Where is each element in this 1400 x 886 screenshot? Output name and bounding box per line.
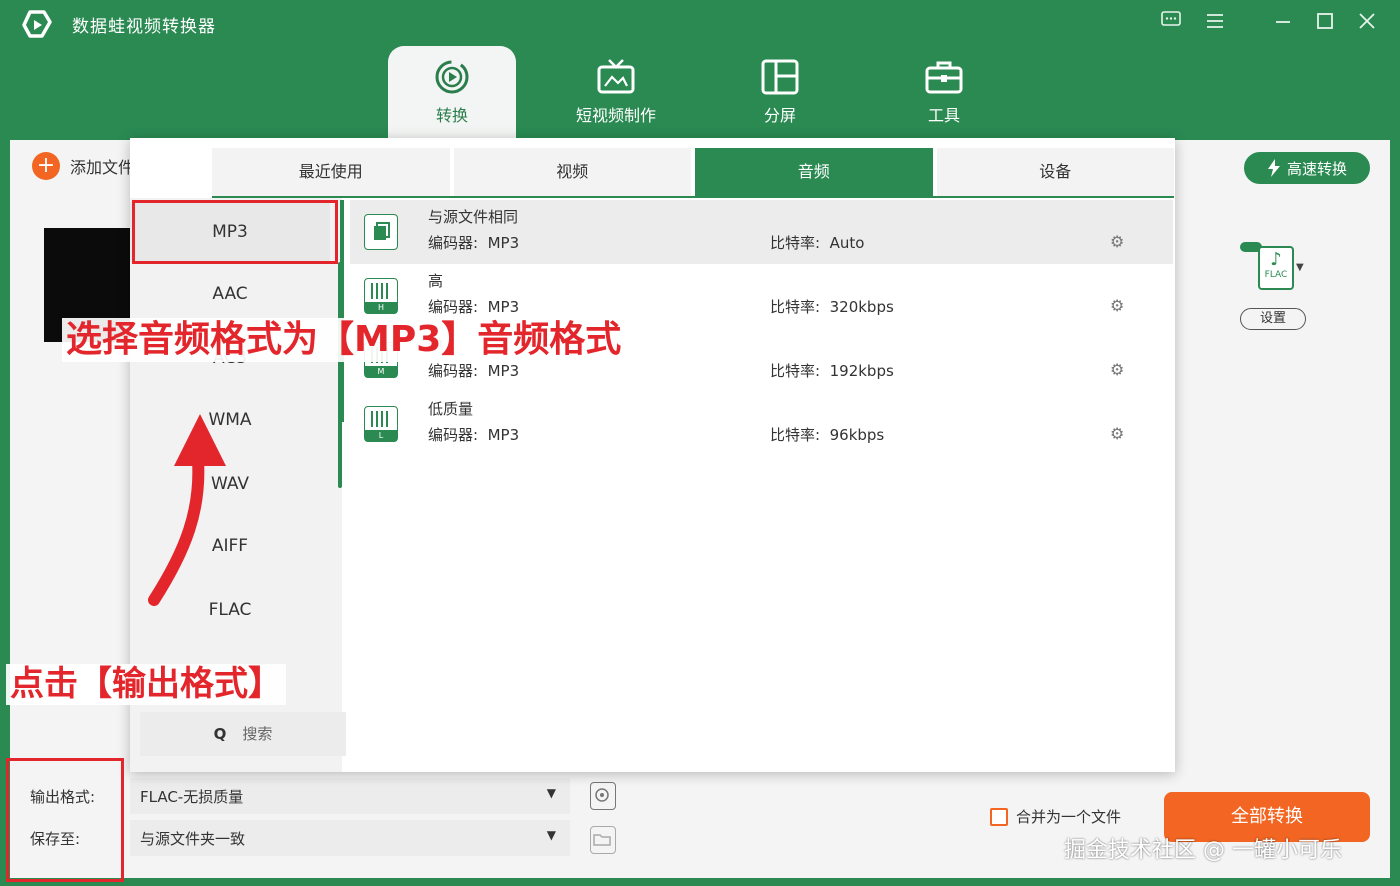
gear-icon[interactable]: ⚙ [1110, 360, 1124, 379]
output-format-select[interactable]: FLAC-无损质量 ▼ [130, 778, 570, 814]
annotation-click-output: 点击【输出格式】 [6, 664, 286, 706]
mp3-highlight-box [132, 200, 338, 264]
tab-audio[interactable]: 音频 [695, 148, 933, 196]
format-item-aac[interactable]: AAC [130, 264, 330, 324]
maximize-icon[interactable] [1310, 8, 1340, 38]
add-file-label: 添加文件 [70, 158, 135, 177]
arrow-icon [148, 414, 226, 606]
toolbox-icon [925, 61, 963, 94]
tab-tools-label: 工具 [927, 106, 960, 125]
merge-checkbox[interactable]: 合并为一个文件 [990, 806, 1121, 827]
feedback-icon[interactable] [1156, 8, 1186, 38]
search-icon: Q [213, 725, 227, 743]
preset-codec: 编码器: MP3 [428, 298, 520, 316]
tab-tools[interactable]: 工具 [880, 46, 1008, 136]
watermark: 掘金技术社区 @ 一罐小可乐 [1064, 838, 1342, 863]
menu-icon[interactable] [1200, 8, 1230, 38]
preset-bitrate: 比特率: 96kbps [770, 426, 885, 444]
output-format-highlight-box [6, 758, 124, 882]
app-logo-icon [22, 10, 52, 38]
speed-convert-button[interactable]: 高速转换 [1244, 152, 1370, 184]
preset-scrollbar[interactable] [340, 200, 344, 422]
tab-video[interactable]: 视频 [453, 148, 691, 196]
close-icon[interactable] [1352, 8, 1382, 38]
gear-icon[interactable]: ⚙ [1110, 296, 1124, 315]
search-label: 搜索 [242, 725, 273, 743]
gear-icon[interactable]: ⚙ [1110, 424, 1124, 443]
format-settings-icon[interactable] [590, 782, 616, 810]
output-format-file-icon[interactable]: ♪ FLAC [1258, 246, 1294, 290]
output-format-value: FLAC-无损质量 [140, 788, 244, 806]
save-to-value: 与源文件夹一致 [140, 830, 246, 848]
save-to-select[interactable]: 与源文件夹一致 ▼ [130, 820, 570, 856]
add-file-button[interactable]: + 添加文件 [32, 152, 134, 180]
preset-codec: 编码器: MP3 [428, 234, 520, 252]
preset-codec: 编码器: MP3 [428, 362, 520, 380]
music-note-icon: ♪ [1270, 249, 1282, 270]
app-title: 数据蛙视频转换器 [72, 17, 216, 37]
settings-button[interactable]: 设置 [1240, 308, 1306, 330]
preset-name: 高 [428, 272, 444, 290]
copy-file-icon [364, 214, 398, 250]
tab-convert-label: 转换 [435, 106, 468, 125]
chevron-down-icon[interactable]: ▼ [1296, 262, 1304, 273]
gear-icon[interactable]: ⚙ [1110, 232, 1124, 251]
preset-bitrate: 比特率: Auto [770, 234, 865, 252]
quality-high-icon: H [364, 278, 398, 314]
preset-bitrate: 比特率: 192kbps [770, 362, 894, 380]
plus-icon: + [32, 152, 60, 180]
checkbox-icon[interactable] [990, 807, 1008, 826]
tab-convert[interactable]: 转换 [388, 46, 516, 140]
annotation-select-mp3: 选择音频格式为【MP3】音频格式 [62, 318, 626, 362]
preset-bitrate: 比特率: 320kbps [770, 298, 894, 316]
split-screen-icon [761, 59, 799, 95]
tab-device[interactable]: 设备 [936, 148, 1174, 196]
tab-short-video-label: 短视频制作 [575, 106, 656, 125]
merge-label: 合并为一个文件 [1016, 808, 1122, 826]
tv-icon [597, 59, 635, 94]
convert-icon [435, 60, 469, 94]
popup-tabs: 最近使用 视频 音频 设备 [212, 148, 1174, 198]
minimize-icon[interactable] [1268, 8, 1298, 38]
preset-name: 与源文件相同 [428, 208, 519, 226]
quality-low-icon: L [364, 406, 398, 442]
preset-row[interactable]: L 低质量 编码器: MP3 比特率: 96kbps ⚙ [350, 392, 1173, 456]
format-badge: FLAC [1264, 270, 1288, 280]
tab-short-video[interactable]: 短视频制作 [552, 46, 680, 136]
preset-row[interactable]: 与源文件相同 编码器: MP3 比特率: Auto ⚙ [350, 200, 1173, 264]
preset-codec: 编码器: MP3 [428, 426, 520, 444]
lightning-icon [1267, 159, 1280, 177]
tab-recent[interactable]: 最近使用 [212, 148, 450, 196]
tab-split-screen-label: 分屏 [763, 106, 796, 125]
format-search[interactable]: Q 搜索 [140, 712, 346, 756]
preset-name: 低质量 [428, 400, 474, 418]
chevron-down-icon: ▼ [546, 828, 556, 842]
chevron-down-icon: ▼ [546, 786, 556, 800]
folder-icon[interactable] [590, 826, 616, 854]
tab-split-screen[interactable]: 分屏 [716, 46, 844, 136]
speed-convert-label: 高速转换 [1286, 159, 1347, 178]
